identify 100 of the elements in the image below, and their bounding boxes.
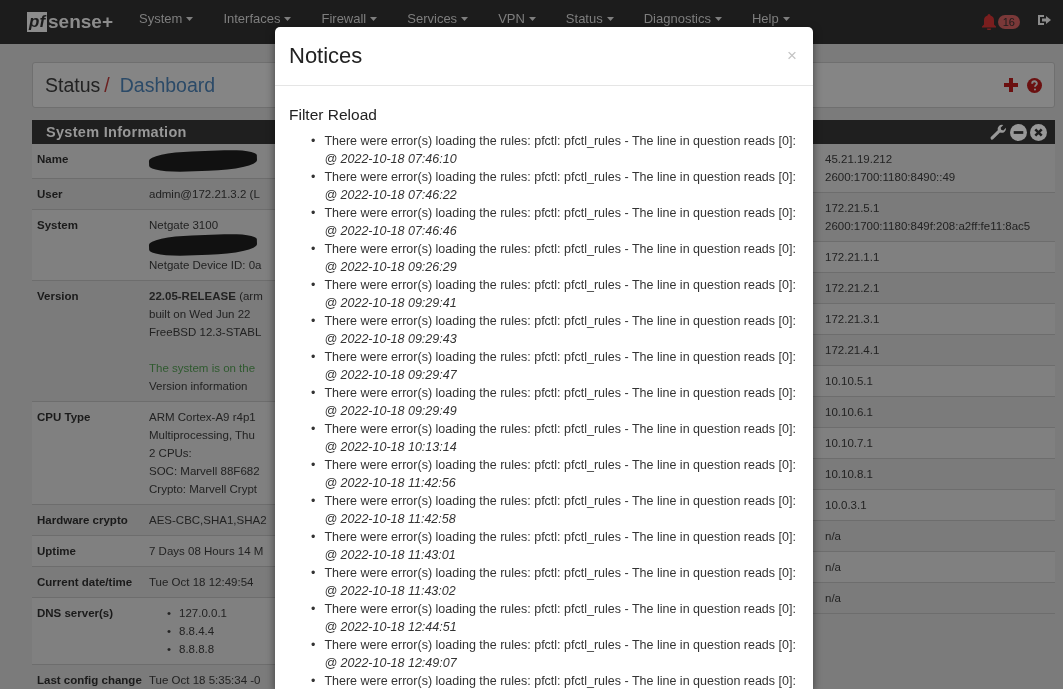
value-text: Crypto: Marvell Crypt: [149, 482, 258, 497]
value-text: Multiprocessing, Thu: [149, 428, 256, 443]
value-text: Netgate 3100: [149, 218, 220, 233]
notice-item: There were error(s) loading the rules: pfctl: pfctl_rules - The line in question reads [0]: @ 2022-10-18 12:49:07: [324, 637, 796, 672]
bullet-marker: •: [311, 601, 316, 618]
ip-address: n/a: [825, 591, 841, 606]
value-text: AES-CBC,SHA1,SHA2: [149, 513, 267, 528]
bullet-marker: •: [311, 277, 316, 294]
notice-item: There were error(s) loading the rules: pfctl: pfctl_rules - The line in question reads [0]: @ 2022-10-18 10:13:14: [324, 421, 796, 456]
row-label: Uptime: [36, 544, 77, 559]
value-text: Version information: [149, 379, 249, 394]
breadcrumb-separator: /: [104, 73, 110, 97]
bullet-marker: •: [311, 421, 316, 438]
bullet-marker: •: [167, 624, 172, 639]
caret-icon[interactable]: [461, 16, 469, 21]
bullet-marker: •: [311, 457, 316, 474]
dns-server: 8.8.8.8: [179, 642, 215, 657]
caret-icon[interactable]: [186, 16, 194, 21]
bullet-marker: •: [167, 642, 172, 657]
caret-icon[interactable]: [370, 16, 378, 21]
bullet-marker: •: [311, 493, 316, 510]
row-label: Hardware crypto: [36, 513, 129, 528]
value-text: Tue Oct 18 5:35:34 -0: [149, 673, 261, 688]
notice-item: There were error(s) loading the rules: pfctl: pfctl_rules - The line in question reads [0]: @ 2022-10-18 09:29:41: [324, 277, 796, 312]
close-icon[interactable]: [1030, 123, 1047, 141]
bullet-marker: •: [311, 133, 316, 150]
caret-icon[interactable]: [606, 16, 614, 21]
row-label: Last config change: [36, 673, 143, 688]
ip-address: 2600:1700:1180:849f:208:a2ff:fe11:8ac5: [825, 219, 1031, 234]
ip-address: 10.10.6.1: [825, 405, 873, 420]
ip-address: 45.21.19.212: [825, 152, 894, 167]
value-text: FreeBSD 12.3-STABL: [149, 325, 263, 340]
ip-address: n/a: [825, 529, 841, 544]
bullet-marker: •: [311, 637, 316, 654]
notice-item: There were error(s) loading the rules: pfctl: pfctl_rules - The line in question reads [0]: @ 2022-10-18 07:46:10: [324, 133, 796, 168]
value-text: 2 CPUs:: [149, 446, 193, 461]
pfsense-logo[interactable]: pfsense+: [27, 11, 114, 33]
ip-address: 2600:1700:1180:8490::49: [825, 170, 956, 185]
notice-item: There were error(s) loading the rules: pfctl: pfctl_rules - The line in question reads [0]: @ 2022-10-18 09:26:29: [324, 241, 796, 276]
breadcrumb-section[interactable]: Status: [45, 73, 101, 97]
ip-address: 172.21.4.1: [825, 343, 880, 358]
notice-item: There were error(s) loading the rules: pfctl: pfctl_rules - The line in question reads [0]: @ 2022-10-18 11:43:01: [324, 529, 796, 564]
notice-item: There were error(s) loading the rules: pfctl: pfctl_rules - The line in question reads [0]:: [324, 673, 796, 689]
notice-item: There were error(s) loading the rules: pfctl: pfctl_rules - The line in question reads [0]: @ 2022-10-18 12:44:51: [324, 601, 796, 636]
bullet-marker: •: [311, 169, 316, 186]
value-text: Netgate Device ID: 0a: [149, 258, 262, 273]
bullet-marker: •: [311, 673, 316, 689]
menu-item[interactable]: Firewall: [306, 11, 393, 26]
value-text: 22.05-RELEASE (arm: [149, 289, 263, 304]
notice-item: There were error(s) loading the rules: pfctl: pfctl_rules - The line in question reads [0]: @ 2022-10-18 09:29:43: [324, 313, 796, 348]
row-label: CPU Type: [36, 410, 92, 425]
row-label: Current date/time: [36, 575, 134, 590]
caret-icon[interactable]: [528, 16, 536, 21]
menu-item[interactable]: Help: [736, 11, 805, 26]
ip-address: 172.21.1.1: [825, 250, 880, 265]
bullet-marker: •: [311, 241, 316, 258]
bullet-marker: •: [167, 606, 172, 621]
bullet-marker: •: [311, 565, 316, 582]
value-text: SOC: Marvell 88F682: [149, 464, 260, 479]
wrench-icon[interactable]: [990, 123, 1007, 141]
row-label: DNS server(s): [36, 606, 115, 621]
value-text: built on Wed Jun 22: [149, 307, 252, 322]
ip-address: 10.10.5.1: [825, 374, 873, 389]
notice-item: There were error(s) loading the rules: pfctl: pfctl_rules - The line in question reads [0]: @ 2022-10-18 11:42:56: [324, 457, 796, 492]
bullet-marker: •: [311, 529, 316, 546]
ip-address: n/a: [825, 560, 841, 575]
menu-item[interactable]: Diagnostics: [628, 11, 737, 26]
ip-address: 10.10.7.1: [825, 436, 873, 451]
menu-item[interactable]: Interfaces: [208, 11, 307, 26]
dialog-title: Notices: [289, 43, 363, 69]
notice-item: There were error(s) loading the rules: pfctl: pfctl_rules - The line in question reads [0]: @ 2022-10-18 09:29:47: [324, 349, 796, 384]
menu-item[interactable]: VPN: [483, 11, 551, 26]
menu-item[interactable]: Status: [550, 11, 629, 26]
logout-icon[interactable]: [1038, 13, 1053, 27]
dns-server: 127.0.0.1: [179, 606, 227, 621]
ip-address: 10.10.8.1: [825, 467, 873, 482]
caret-icon[interactable]: [714, 16, 722, 21]
ip-address: 172.21.3.1: [825, 312, 880, 327]
notice-item: There were error(s) loading the rules: pfctl: pfctl_rules - The line in question reads [0]: @ 2022-10-18 07:46:22: [324, 169, 796, 204]
status-text: The system is on the: [149, 361, 257, 376]
help-icon[interactable]: [1027, 77, 1042, 93]
menu-item[interactable]: Services: [392, 11, 484, 26]
ip-address: 172.21.5.1: [825, 201, 881, 216]
dns-server: 8.8.4.4: [179, 624, 215, 639]
bullet-marker: •: [311, 349, 316, 366]
section-heading: Filter Reload: [289, 106, 378, 124]
bullet-marker: •: [311, 385, 316, 402]
add-icon[interactable]: [1004, 77, 1018, 92]
caret-icon[interactable]: [284, 16, 292, 21]
menu-item[interactable]: System: [139, 11, 209, 26]
notice-item: There were error(s) loading the rules: pfctl: pfctl_rules - The line in question reads [0]: @ 2022-10-18 11:43:02: [324, 565, 796, 600]
value-text: admin@172.21.3.2 (L: [149, 187, 260, 202]
minimize-icon[interactable]: [1010, 123, 1027, 141]
notice-item: There were error(s) loading the rules: pfctl: pfctl_rules - The line in question reads [0]: @ 2022-10-18 09:29:49: [324, 385, 796, 420]
caret-icon[interactable]: [782, 16, 790, 21]
value-text: Tue Oct 18 12:49:54: [149, 575, 254, 590]
value-text: ARM Cortex-A9 r4p1: [149, 410, 257, 425]
row-label: Name: [36, 152, 70, 167]
breadcrumb-page[interactable]: Dashboard: [119, 73, 216, 97]
notice-item: There were error(s) loading the rules: pfctl: pfctl_rules - The line in question reads [0]: @ 2022-10-18 07:46:46: [324, 205, 796, 240]
